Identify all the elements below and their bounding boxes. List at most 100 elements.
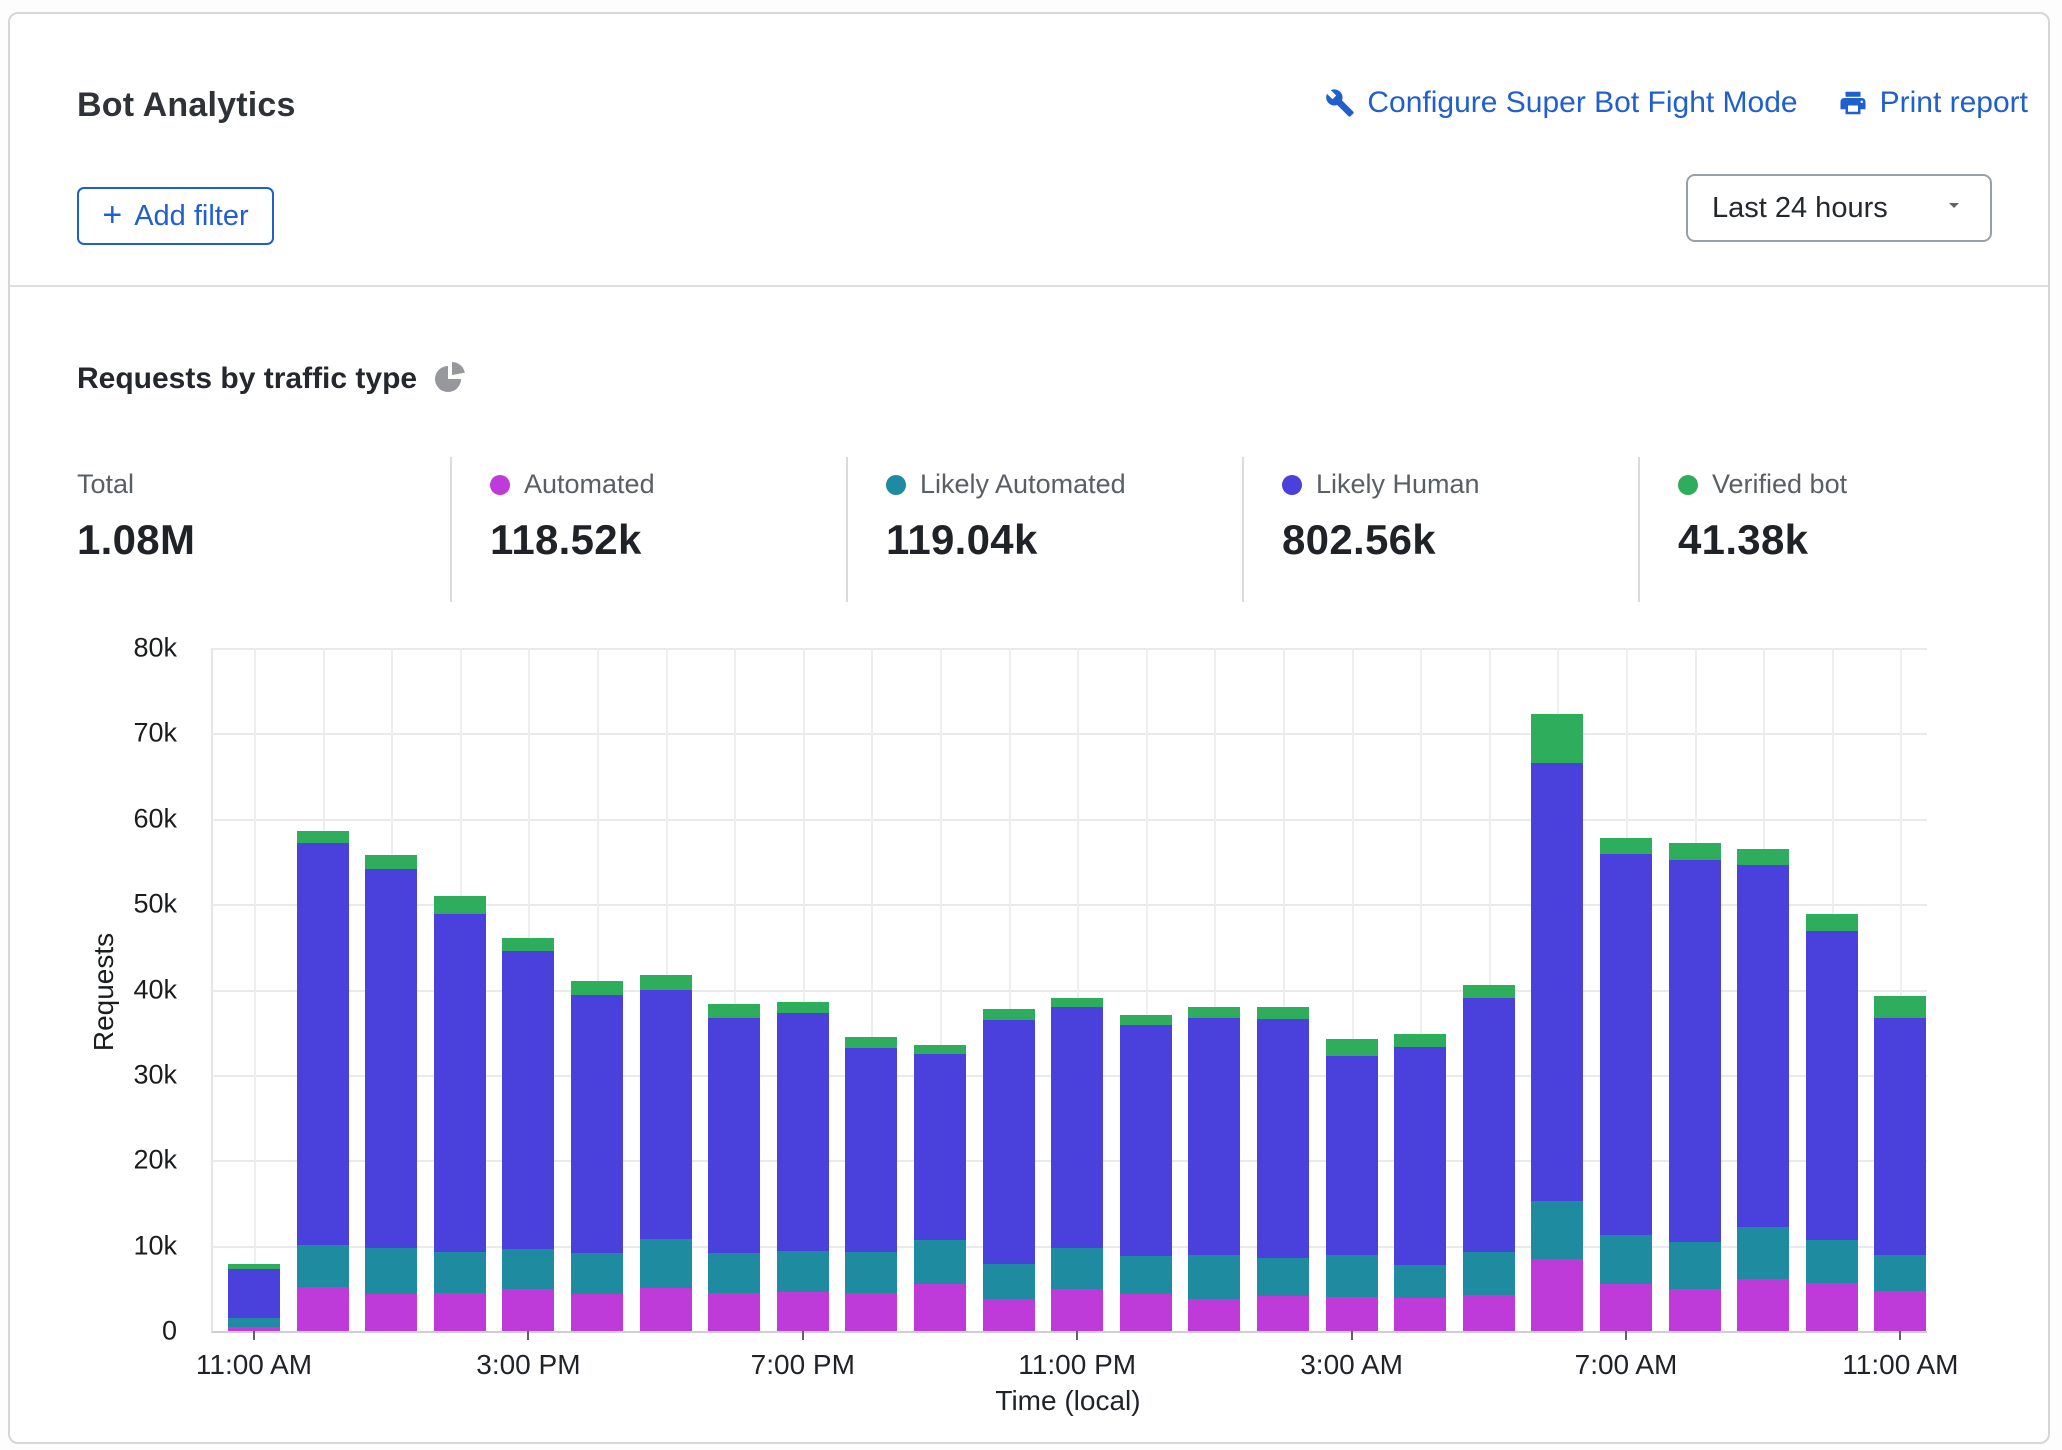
bar-segment-likely-human[interactable] [1051, 1007, 1103, 1248]
bar-12-pm-1[interactable] [297, 831, 349, 1331]
bar-10-am-23[interactable] [1806, 914, 1858, 1331]
bar-10-pm-11[interactable] [983, 1009, 1035, 1331]
bar-segment-verified-bot[interactable] [1120, 1015, 1172, 1025]
bar-segment-likely-automated[interactable] [571, 1253, 623, 1294]
bar-8-am-21[interactable] [1669, 843, 1721, 1331]
bar-segment-likely-automated[interactable] [1463, 1252, 1515, 1296]
bar-9-am-22[interactable] [1737, 849, 1789, 1331]
bar-segment-likely-human[interactable] [1326, 1056, 1378, 1255]
bar-segment-automated[interactable] [1257, 1296, 1309, 1331]
bar-segment-verified-bot[interactable] [1600, 838, 1652, 854]
bar-3-am-16[interactable] [1326, 1039, 1378, 1331]
bar-segment-likely-human[interactable] [777, 1013, 829, 1250]
bar-segment-verified-bot[interactable] [297, 831, 349, 843]
bar-segment-likely-automated[interactable] [1669, 1242, 1721, 1289]
bar-segment-likely-automated[interactable] [365, 1248, 417, 1294]
bar-segment-automated[interactable] [1326, 1297, 1378, 1331]
bar-segment-likely-human[interactable] [1737, 865, 1789, 1227]
bar-segment-likely-automated[interactable] [1806, 1240, 1858, 1284]
bar-segment-likely-human[interactable] [571, 995, 623, 1254]
bar-2-pm-3[interactable] [434, 896, 486, 1331]
bar-segment-likely-human[interactable] [228, 1269, 280, 1319]
bar-segment-verified-bot[interactable] [1737, 849, 1789, 865]
bar-segment-automated[interactable] [434, 1293, 486, 1331]
print-report-link[interactable]: Print report [1838, 86, 2028, 120]
add-filter-button[interactable]: + Add filter [77, 187, 274, 245]
bar-segment-automated[interactable] [1600, 1284, 1652, 1331]
bar-segment-likely-automated[interactable] [434, 1252, 486, 1293]
bar-segment-automated[interactable] [640, 1288, 692, 1331]
bar-4-pm-5[interactable] [571, 981, 623, 1331]
bar-segment-automated[interactable] [502, 1289, 554, 1331]
bar-11-am-0[interactable] [228, 1264, 280, 1331]
bar-1-am-14[interactable] [1188, 1007, 1240, 1331]
bar-7-pm-8[interactable] [777, 1002, 829, 1332]
bar-segment-likely-automated[interactable] [1326, 1255, 1378, 1297]
bar-segment-likely-automated[interactable] [845, 1252, 897, 1293]
bar-segment-likely-automated[interactable] [228, 1318, 280, 1327]
bar-segment-automated[interactable] [1806, 1283, 1858, 1331]
bar-segment-verified-bot[interactable] [434, 896, 486, 914]
bar-segment-verified-bot[interactable] [1188, 1007, 1240, 1017]
bar-segment-automated[interactable] [1463, 1295, 1515, 1331]
bar-segment-automated[interactable] [1531, 1259, 1583, 1331]
bar-segment-automated[interactable] [365, 1294, 417, 1331]
bar-segment-verified-bot[interactable] [1257, 1007, 1309, 1018]
bar-segment-verified-bot[interactable] [640, 975, 692, 990]
time-range-select[interactable]: Last 24 hours [1686, 174, 1992, 242]
bar-segment-verified-bot[interactable] [777, 1002, 829, 1014]
bar-segment-automated[interactable] [1737, 1279, 1789, 1331]
bar-segment-likely-automated[interactable] [1874, 1255, 1926, 1291]
bar-6-am-19[interactable] [1531, 714, 1583, 1331]
bar-segment-likely-human[interactable] [1257, 1019, 1309, 1258]
bar-segment-likely-human[interactable] [297, 843, 349, 1245]
bar-segment-automated[interactable] [777, 1292, 829, 1331]
bar-segment-verified-bot[interactable] [1394, 1034, 1446, 1047]
bar-segment-automated[interactable] [571, 1294, 623, 1331]
bar-segment-likely-human[interactable] [640, 990, 692, 1239]
bar-9-pm-10[interactable] [914, 1045, 966, 1331]
bar-segment-verified-bot[interactable] [365, 855, 417, 869]
bar-segment-likely-automated[interactable] [1257, 1258, 1309, 1296]
bar-segment-likely-human[interactable] [708, 1018, 760, 1254]
bar-segment-likely-human[interactable] [845, 1048, 897, 1252]
bar-segment-likely-human[interactable] [1120, 1025, 1172, 1256]
bar-segment-verified-bot[interactable] [1531, 714, 1583, 764]
bar-segment-automated[interactable] [983, 1299, 1035, 1331]
bar-3-pm-4[interactable] [502, 938, 554, 1331]
bar-segment-likely-human[interactable] [434, 914, 486, 1252]
bar-segment-likely-automated[interactable] [1120, 1256, 1172, 1294]
bar-segment-likely-automated[interactable] [1188, 1255, 1240, 1299]
bar-segment-likely-automated[interactable] [914, 1240, 966, 1284]
bar-segment-likely-automated[interactable] [1737, 1227, 1789, 1279]
bar-segment-automated[interactable] [297, 1287, 349, 1331]
bar-2-am-15[interactable] [1257, 1007, 1309, 1331]
bar-11-pm-12[interactable] [1051, 998, 1103, 1331]
bar-segment-automated[interactable] [1394, 1298, 1446, 1331]
bar-1-pm-2[interactable] [365, 855, 417, 1331]
bar-12-am-13[interactable] [1120, 1015, 1172, 1331]
bar-segment-likely-human[interactable] [1874, 1018, 1926, 1255]
bar-5-am-18[interactable] [1463, 985, 1515, 1331]
bar-segment-likely-human[interactable] [914, 1054, 966, 1239]
bar-segment-verified-bot[interactable] [1874, 996, 1926, 1018]
bar-segment-verified-bot[interactable] [708, 1004, 760, 1018]
bar-segment-likely-automated[interactable] [640, 1239, 692, 1289]
bar-segment-likely-human[interactable] [1600, 854, 1652, 1235]
bar-segment-likely-human[interactable] [365, 869, 417, 1248]
bar-segment-automated[interactable] [1669, 1289, 1721, 1331]
bar-6-pm-7[interactable] [708, 1004, 760, 1331]
bar-segment-likely-human[interactable] [983, 1020, 1035, 1263]
bar-segment-verified-bot[interactable] [502, 938, 554, 951]
bar-segment-verified-bot[interactable] [1463, 985, 1515, 998]
bar-8-pm-9[interactable] [845, 1037, 897, 1331]
bar-segment-likely-automated[interactable] [502, 1249, 554, 1289]
bar-segment-likely-human[interactable] [1806, 931, 1858, 1239]
bar-segment-verified-bot[interactable] [1806, 914, 1858, 932]
bar-segment-automated[interactable] [1188, 1299, 1240, 1331]
bar-segment-verified-bot[interactable] [1051, 998, 1103, 1007]
bar-segment-likely-automated[interactable] [777, 1251, 829, 1292]
bar-segment-likely-automated[interactable] [708, 1253, 760, 1293]
bar-segment-verified-bot[interactable] [1669, 843, 1721, 860]
bar-segment-likely-human[interactable] [1669, 860, 1721, 1242]
